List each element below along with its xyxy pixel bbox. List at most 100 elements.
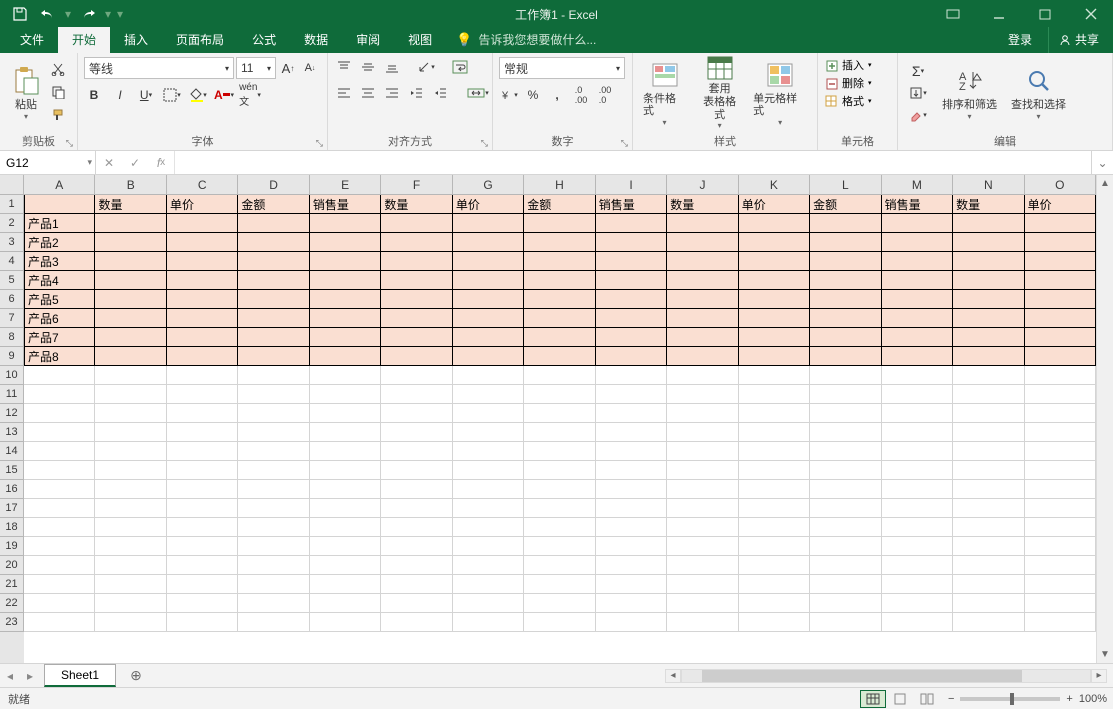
cell[interactable] — [739, 385, 810, 404]
cell[interactable] — [739, 233, 810, 252]
column-header[interactable]: L — [810, 175, 881, 195]
expand-formula-bar-icon[interactable]: ⌄ — [1091, 151, 1113, 174]
column-header[interactable]: F — [381, 175, 452, 195]
cell[interactable] — [453, 309, 524, 328]
cell[interactable] — [24, 613, 95, 632]
cell[interactable] — [453, 518, 524, 537]
cell[interactable] — [524, 271, 595, 290]
cell[interactable] — [167, 575, 238, 594]
cell[interactable]: 销售量 — [310, 195, 381, 214]
column-header[interactable]: B — [95, 175, 166, 195]
cell[interactable] — [667, 404, 738, 423]
cell[interactable] — [238, 423, 309, 442]
cell[interactable] — [953, 328, 1024, 347]
cell[interactable] — [310, 423, 381, 442]
row-header[interactable]: 15 — [0, 461, 24, 480]
cell[interactable] — [310, 518, 381, 537]
cell[interactable] — [882, 423, 953, 442]
cell[interactable] — [667, 556, 738, 575]
column-header[interactable]: H — [524, 175, 595, 195]
cell[interactable] — [524, 575, 595, 594]
column-header[interactable]: G — [453, 175, 524, 195]
cell[interactable] — [596, 594, 667, 613]
cell[interactable] — [1025, 233, 1096, 252]
cell[interactable] — [24, 423, 95, 442]
cell[interactable] — [810, 480, 881, 499]
name-box[interactable]: G12▾ — [0, 151, 96, 174]
row-header[interactable]: 8 — [0, 328, 24, 347]
zoom-in-button[interactable]: + — [1066, 693, 1072, 705]
cell[interactable] — [453, 214, 524, 233]
cell[interactable] — [596, 290, 667, 309]
cell[interactable] — [596, 366, 667, 385]
cell[interactable] — [882, 233, 953, 252]
cell[interactable] — [238, 290, 309, 309]
cell[interactable] — [24, 518, 95, 537]
cell[interactable]: 单价 — [739, 195, 810, 214]
cell[interactable] — [882, 442, 953, 461]
increase-font-icon[interactable]: A↑ — [278, 58, 298, 78]
cell[interactable] — [596, 252, 667, 271]
cell[interactable] — [310, 347, 381, 366]
cell[interactable] — [24, 537, 95, 556]
cell[interactable] — [882, 385, 953, 404]
cell[interactable] — [810, 442, 881, 461]
cell[interactable] — [882, 575, 953, 594]
cell[interactable] — [238, 214, 309, 233]
cell[interactable] — [381, 233, 452, 252]
cell[interactable] — [882, 214, 953, 233]
row-header[interactable]: 16 — [0, 480, 24, 499]
cell[interactable]: 单价 — [1025, 195, 1096, 214]
row-header[interactable]: 7 — [0, 309, 24, 328]
cell[interactable] — [238, 385, 309, 404]
cell[interactable] — [381, 423, 452, 442]
cell[interactable] — [667, 575, 738, 594]
cell[interactable] — [95, 271, 166, 290]
enter-formula-icon[interactable]: ✓ — [122, 156, 148, 170]
cell[interactable] — [596, 309, 667, 328]
cell[interactable]: 销售量 — [596, 195, 667, 214]
login-button[interactable]: 登录 — [994, 27, 1046, 53]
cell[interactable] — [739, 309, 810, 328]
cell[interactable] — [453, 499, 524, 518]
cell[interactable] — [24, 594, 95, 613]
cell[interactable]: 数量 — [953, 195, 1024, 214]
cell[interactable] — [238, 594, 309, 613]
cell[interactable] — [810, 518, 881, 537]
cell[interactable] — [1025, 613, 1096, 632]
cell[interactable] — [810, 366, 881, 385]
cell[interactable] — [667, 233, 738, 252]
cell[interactable] — [596, 518, 667, 537]
normal-view-icon[interactable] — [860, 690, 886, 708]
font-launcher-icon[interactable]: ⤡ — [316, 138, 323, 149]
cell[interactable] — [667, 328, 738, 347]
sort-filter-button[interactable]: AZ排序和筛选▾ — [938, 57, 1001, 129]
cell[interactable] — [667, 252, 738, 271]
cell[interactable] — [167, 252, 238, 271]
cell[interactable] — [381, 290, 452, 309]
cell[interactable] — [524, 328, 595, 347]
cell[interactable] — [524, 252, 595, 271]
cell[interactable]: 产品7 — [24, 328, 95, 347]
cell[interactable] — [596, 613, 667, 632]
cell[interactable] — [24, 461, 95, 480]
cell[interactable] — [524, 366, 595, 385]
row-header[interactable]: 21 — [0, 575, 24, 594]
cell[interactable] — [882, 480, 953, 499]
cell[interactable] — [882, 347, 953, 366]
cell[interactable] — [739, 290, 810, 309]
cell[interactable]: 数量 — [95, 195, 166, 214]
cell[interactable] — [667, 480, 738, 499]
cell[interactable] — [1025, 309, 1096, 328]
cell[interactable] — [238, 404, 309, 423]
cell[interactable] — [524, 556, 595, 575]
select-all-button[interactable] — [0, 175, 24, 195]
cell[interactable] — [596, 480, 667, 499]
qat-customize-icon[interactable]: ▾ — [116, 7, 124, 21]
cell[interactable] — [238, 461, 309, 480]
cell[interactable] — [95, 575, 166, 594]
cell[interactable] — [953, 290, 1024, 309]
cell[interactable] — [739, 461, 810, 480]
column-header[interactable]: C — [167, 175, 238, 195]
column-header[interactable]: O — [1025, 175, 1096, 195]
